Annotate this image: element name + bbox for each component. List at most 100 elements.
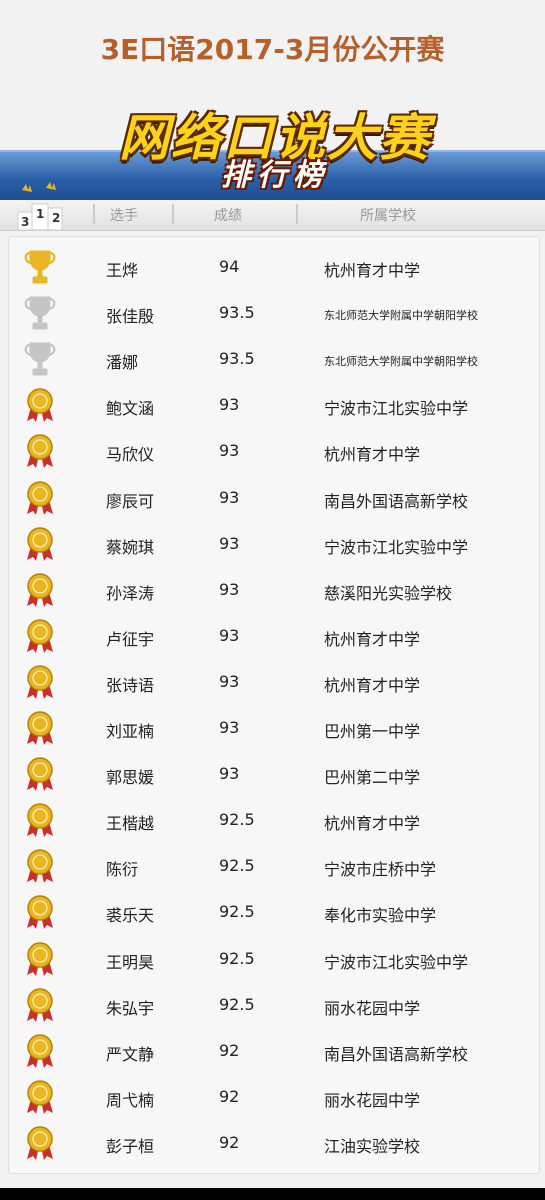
player-name: 王明昊 [106, 952, 155, 972]
medal-icon [23, 756, 57, 792]
player-name: 鲍文涵 [106, 399, 155, 419]
table-row[interactable]: 郭思媛 93 巴州第二中学 [9, 750, 539, 796]
player-score: 93 [219, 579, 240, 599]
medal-icon [23, 433, 57, 469]
player-school: 东北师范大学附属中学朝阳学校 [324, 355, 478, 369]
player-name: 潘娜 [106, 353, 139, 373]
player-school: 南昌外国语高新学校 [324, 491, 469, 511]
player-score: 93.5 [219, 349, 255, 369]
table-row[interactable]: 孙泽涛 93 慈溪阳光实验学校 [9, 566, 539, 612]
table-row[interactable]: 朱弘宇 92.5 丽水花园中学 [9, 981, 539, 1027]
player-school: 奉化市实验中学 [324, 906, 437, 926]
header-school: 所属学校 [360, 208, 416, 224]
table-row[interactable]: 鲍文涵 93 宁波市江北实验中学 [9, 381, 539, 427]
medal-icon [23, 572, 57, 608]
medal-icon [23, 941, 57, 977]
player-school: 宁波市江北实验中学 [324, 399, 469, 419]
table-row[interactable]: 彭子桓 92 江油实验学校 [9, 1119, 539, 1165]
table-row[interactable]: 蔡婉琪 93 宁波市江北实验中学 [9, 520, 539, 566]
medal-icon [23, 802, 57, 838]
medal-icon [23, 664, 57, 700]
player-name: 王烨 [106, 261, 139, 280]
player-name: 刘亚楠 [106, 722, 155, 741]
player-score: 93 [219, 441, 240, 461]
table-row[interactable]: 陈衍 92.5 宁波市庄桥中学 [9, 842, 539, 888]
player-name: 严文静 [106, 1044, 155, 1064]
player-score: 93 [219, 764, 240, 784]
player-school: 东北师范大学附属中学朝阳学校 [324, 309, 478, 323]
ranking-list[interactable]: 王烨 94 杭州育才中学 张佳殷 93.5 东北师范大学附属中学朝阳学校 潘娜 93.5 东北师… [8, 236, 540, 1174]
player-school: 宁波市江北实验中学 [324, 537, 469, 557]
header-player: 选手 [110, 208, 138, 224]
page-title: 3E口语2017-3月份公开赛 [100, 33, 445, 66]
silver-trophy-icon [23, 295, 57, 331]
player-school: 宁波市江北实验中学 [324, 952, 469, 972]
player-name: 裘乐天 [106, 906, 155, 926]
player-school: 丽水花园中学 [324, 1090, 421, 1110]
table-row[interactable]: 裘乐天 92.5 奉化市实验中学 [9, 888, 539, 934]
banner-logo: 网络口说大赛 排行榜 [80, 98, 470, 193]
player-name: 蔡婉琪 [106, 537, 155, 557]
player-school: 杭州育才中学 [324, 261, 421, 280]
player-score: 92.5 [219, 902, 255, 922]
medal-icon [23, 1125, 57, 1161]
medal-icon [23, 1033, 57, 1069]
player-score: 92.5 [219, 948, 255, 968]
table-row[interactable]: 刘亚楠 93 巴州第一中学 [9, 704, 539, 750]
player-score: 93.5 [219, 303, 255, 323]
player-score: 92.5 [219, 856, 255, 876]
table-row[interactable]: 廖辰可 93 南昌外国语高新学校 [9, 474, 539, 520]
podium-icon: 3 1 2 [17, 182, 63, 230]
table-header: 选手 成绩 所属学校 [0, 200, 545, 231]
medal-icon [23, 848, 57, 884]
player-name: 张诗语 [106, 675, 155, 695]
table-row[interactable]: 张诗语 93 杭州育才中学 [9, 658, 539, 704]
table-row[interactable]: 张佳殷 93.5 东北师范大学附属中学朝阳学校 [9, 289, 539, 335]
player-school: 巴州第二中学 [324, 768, 421, 788]
table-row[interactable]: 周弋楠 92 丽水花园中学 [9, 1073, 539, 1119]
banner-subtitle: 排行榜 [221, 158, 329, 193]
player-school: 江油实验学校 [324, 1136, 421, 1156]
podium-number-3: 3 [21, 215, 29, 229]
player-score: 93 [219, 395, 240, 415]
player-name: 卢征宇 [106, 629, 155, 649]
player-name: 孙泽涛 [106, 583, 155, 603]
player-score: 93 [219, 533, 240, 553]
player-name: 彭子桓 [106, 1136, 155, 1156]
player-name: 张佳殷 [106, 307, 155, 327]
player-school: 南昌外国语高新学校 [324, 1044, 469, 1064]
header-divider [93, 204, 95, 224]
player-name: 马欣仪 [106, 445, 155, 465]
header-divider [172, 204, 174, 224]
player-name: 朱弘宇 [106, 998, 155, 1018]
player-name: 陈衍 [106, 860, 139, 880]
player-score: 92.5 [219, 994, 255, 1014]
medal-icon [23, 387, 57, 423]
table-row[interactable]: 王烨 94 杭州育才中学 [9, 243, 539, 289]
table-row[interactable]: 卢征宇 93 杭州育才中学 [9, 612, 539, 658]
player-school: 丽水花园中学 [324, 998, 421, 1018]
header-score: 成绩 [214, 208, 242, 224]
player-score: 92 [219, 1132, 240, 1152]
silver-trophy-icon [23, 341, 57, 377]
table-row[interactable]: 王明昊 92.5 宁波市江北实验中学 [9, 935, 539, 981]
player-school: 巴州第一中学 [324, 722, 421, 741]
medal-icon [23, 480, 57, 516]
table-row[interactable]: 王楷越 92.5 杭州育才中学 [9, 796, 539, 842]
player-school: 杭州育才中学 [324, 445, 421, 465]
system-nav-bar [0, 1188, 545, 1200]
medal-icon [23, 894, 57, 930]
table-row[interactable]: 严文静 92 南昌外国语高新学校 [9, 1027, 539, 1073]
medal-icon [23, 526, 57, 562]
player-school: 杭州育才中学 [324, 629, 421, 649]
medal-icon [23, 618, 57, 654]
player-score: 92.5 [219, 810, 255, 830]
player-school: 慈溪阳光实验学校 [324, 583, 453, 603]
player-name: 廖辰可 [106, 491, 155, 511]
player-name: 王楷越 [106, 814, 155, 834]
medal-icon [23, 710, 57, 746]
table-row[interactable]: 马欣仪 93 杭州育才中学 [9, 427, 539, 473]
table-row[interactable]: 潘娜 93.5 东北师范大学附属中学朝阳学校 [9, 335, 539, 381]
player-school: 杭州育才中学 [324, 814, 421, 834]
player-school: 杭州育才中学 [324, 675, 421, 695]
